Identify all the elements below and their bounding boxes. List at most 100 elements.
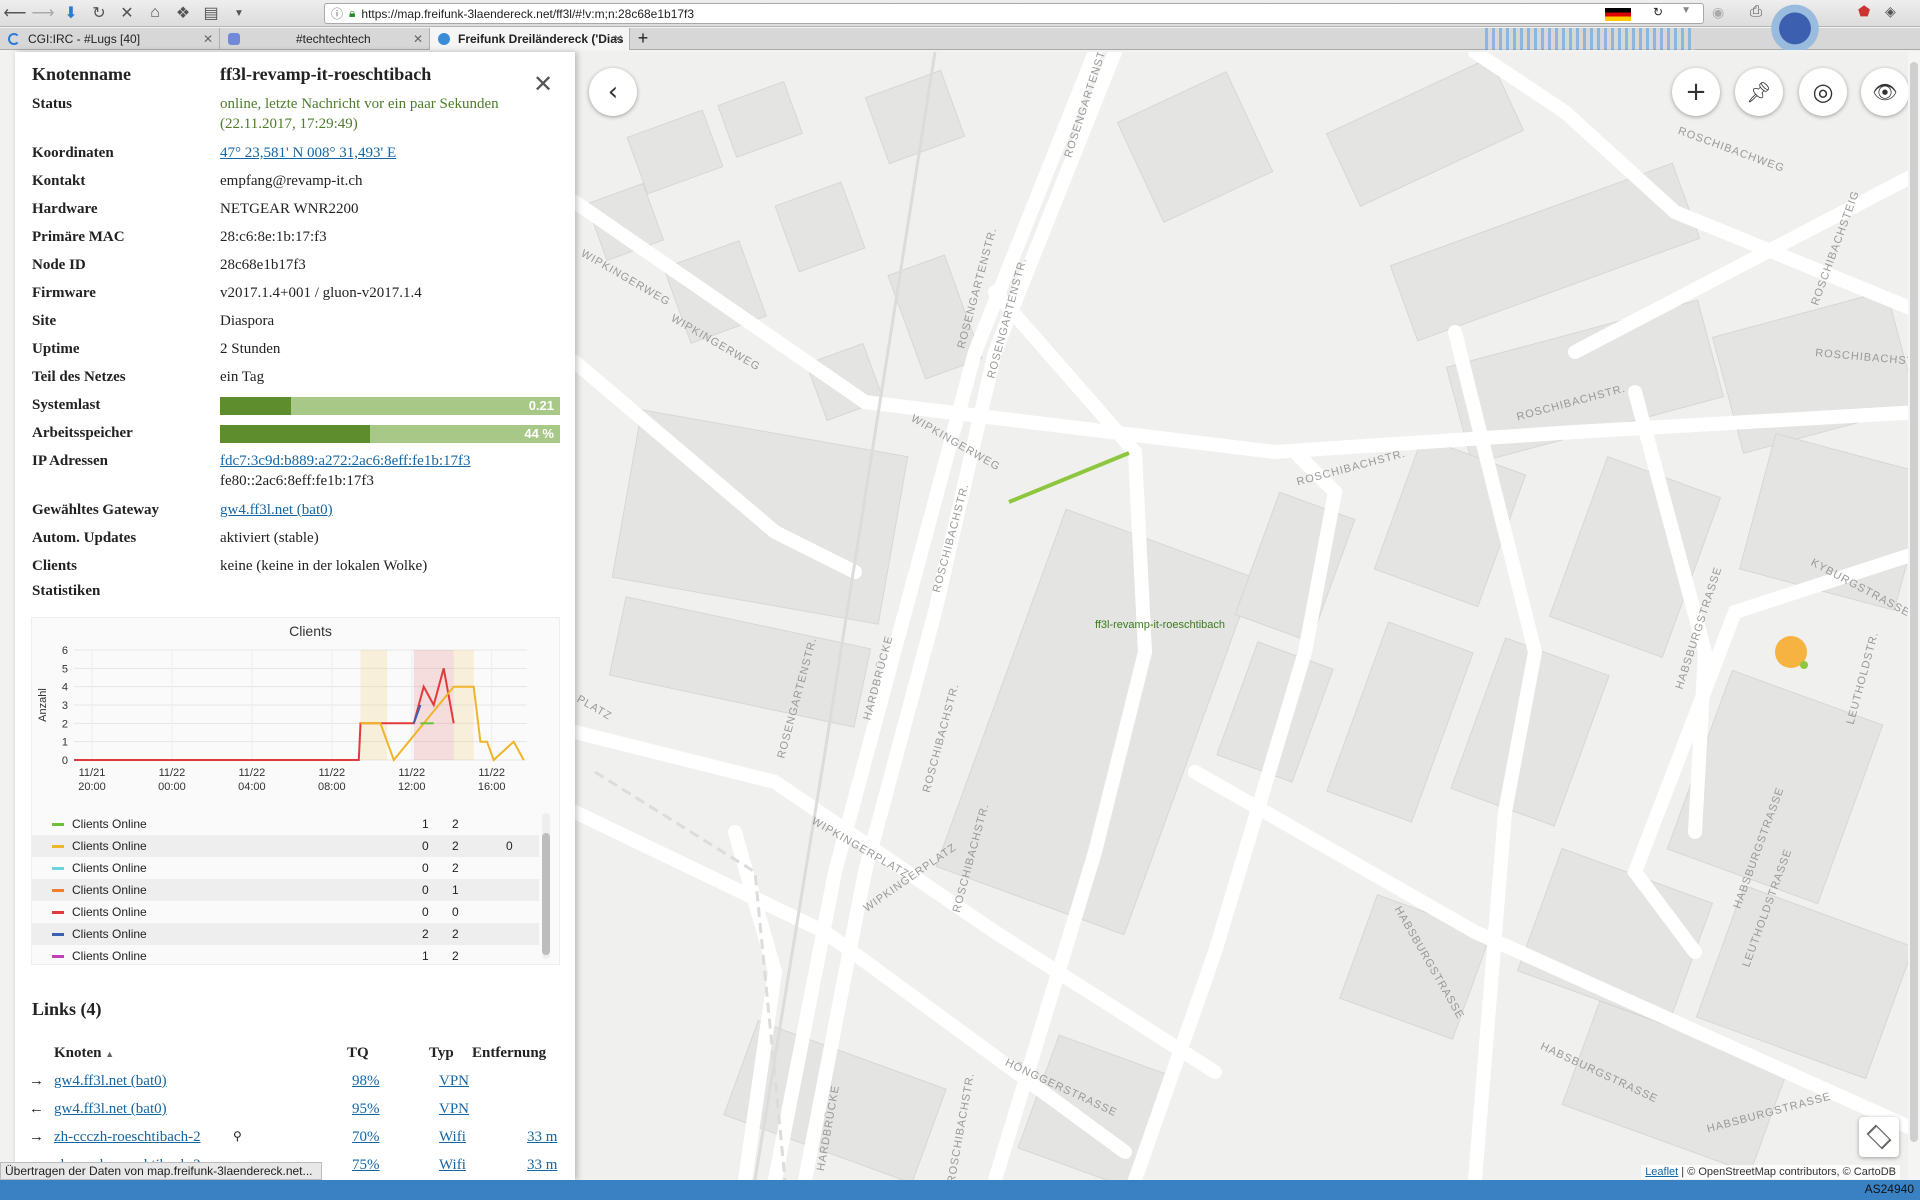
legend-value: 2 bbox=[452, 817, 459, 831]
uptime-value: 2 Stunden bbox=[220, 341, 281, 357]
site-value: Diaspora bbox=[220, 313, 275, 329]
status-label: Status bbox=[32, 96, 73, 112]
menu-chevron-icon[interactable]: ▼ bbox=[226, 0, 252, 26]
col-node[interactable]: Knoten ▲ bbox=[54, 1045, 114, 1062]
locate-button[interactable]: ◎ bbox=[1799, 68, 1847, 116]
tab-close-icon[interactable]: ✕ bbox=[203, 32, 213, 46]
load-label: Systemlast bbox=[32, 397, 101, 413]
home-icon[interactable]: ⌂ bbox=[142, 0, 168, 26]
legend-value: 0 bbox=[422, 883, 429, 897]
attribution-text: | © OpenStreetMap contributors, © CartoD… bbox=[1681, 1166, 1896, 1178]
reload-icon[interactable]: ↻ bbox=[1653, 5, 1663, 19]
legend-row[interactable]: Clients Online 0 0 bbox=[32, 901, 539, 923]
clients-chart: Clients Anzahl 0 1 2 3 4 5 6 11/21 20:00 11/22 00:00… bbox=[31, 617, 560, 965]
chart-xtick-time: 00:00 bbox=[158, 781, 186, 793]
add-button[interactable]: + bbox=[1672, 68, 1720, 116]
layers-button[interactable] bbox=[1859, 1117, 1899, 1157]
visibility-button[interactable]: 👁︎ bbox=[1861, 68, 1909, 116]
reload-icon[interactable]: ↻ bbox=[86, 0, 112, 26]
clipboard-icon[interactable]: ▤ bbox=[198, 0, 224, 26]
url-bar[interactable]: ⓘ 🔒︎ https://map.freifunk-3laendereck.ne… bbox=[324, 3, 1704, 24]
stop-icon[interactable]: ✕ bbox=[114, 0, 140, 26]
tab-techtechtech[interactable]: #techtechtech ✕ bbox=[220, 28, 430, 50]
link-line bbox=[1008, 451, 1130, 504]
chart-xtick-time: 08:00 bbox=[318, 781, 346, 793]
shield-icon[interactable]: ⬟ bbox=[1858, 3, 1870, 20]
legend-swatch bbox=[52, 822, 64, 826]
legend-scrollbar-thumb[interactable] bbox=[542, 833, 550, 955]
legend-row[interactable]: Clients Online 2 2 bbox=[32, 923, 539, 945]
link-distance[interactable]: 33 m bbox=[527, 1129, 557, 1146]
leaflet-link[interactable]: Leaflet bbox=[1645, 1166, 1678, 1178]
clients-label: Clients bbox=[32, 558, 77, 574]
site-label: Site bbox=[32, 313, 57, 329]
link-type[interactable]: VPN bbox=[439, 1073, 469, 1090]
close-button[interactable]: ✕ bbox=[533, 72, 553, 96]
link-node[interactable]: zh-ccczh-roeschtibach-2 bbox=[54, 1129, 201, 1146]
legend-scrollbar[interactable] bbox=[542, 813, 550, 959]
link-type[interactable]: VPN bbox=[439, 1101, 469, 1118]
hardware-value: NETGEAR WNR2200 bbox=[220, 201, 359, 217]
chart-xtick-time: 20:00 bbox=[78, 781, 106, 793]
bookmark-icon[interactable]: ❖ bbox=[170, 0, 196, 26]
map-pin-icon[interactable]: ⚲ bbox=[233, 1129, 242, 1144]
legend-value: 2 bbox=[452, 927, 459, 941]
legend-row[interactable]: Clients Online 1 2 bbox=[32, 945, 539, 967]
node-marker[interactable] bbox=[1800, 661, 1808, 669]
legend-swatch bbox=[52, 932, 64, 936]
link-type[interactable]: Wifi bbox=[439, 1157, 466, 1174]
tab-close-icon[interactable]: ✕ bbox=[613, 32, 623, 46]
legend-row[interactable]: Clients Online 0 2 0 bbox=[32, 835, 539, 857]
extension-icon[interactable]: ◈ bbox=[1885, 3, 1896, 20]
ip-link[interactable]: fdc7:3c9d:b889:a272:2ac6:8eff:fe1b:17f3 bbox=[220, 451, 470, 471]
legend-row[interactable]: Clients Online 0 1 bbox=[32, 879, 539, 901]
tab-freifunk[interactable]: Freifunk Dreiländereck ('Dias ✕ bbox=[430, 28, 630, 50]
scrollbar-thumb[interactable] bbox=[1910, 62, 1918, 1142]
link-tq[interactable]: 75% bbox=[352, 1157, 380, 1174]
pin-button[interactable]: 📌︎ bbox=[1735, 68, 1783, 116]
link-tq[interactable]: 95% bbox=[352, 1101, 380, 1118]
back-icon[interactable]: ⟵ bbox=[2, 0, 28, 26]
node-label-main[interactable]: ff3l-revamp-it-roeschtibach bbox=[1095, 619, 1225, 631]
link-node[interactable]: gw4.ff3l.net (bat0) bbox=[54, 1101, 167, 1118]
link-type[interactable]: Wifi bbox=[439, 1129, 466, 1146]
tab-label: #techtechtech bbox=[296, 32, 371, 46]
chart-xtick-date: 11/22 bbox=[239, 767, 266, 779]
new-tab-button[interactable]: + bbox=[630, 28, 656, 49]
forward-icon[interactable]: ⟶ bbox=[30, 0, 56, 26]
legend-label: Clients Online bbox=[72, 905, 147, 919]
freifunk-icon bbox=[438, 33, 450, 45]
coords-link[interactable]: 47° 23,581' N 008° 31,493' E bbox=[220, 143, 396, 163]
chart-ytick: 3 bbox=[62, 700, 68, 712]
mascot-image bbox=[1750, 2, 1840, 50]
legend-swatch bbox=[52, 888, 64, 892]
chart-legend: Clients Online 1 2 Clients Online 0 2 0 Clients… bbox=[32, 811, 559, 963]
firmware-value: v2017.1.4+001 / gluon-v2017.1.4 bbox=[220, 285, 422, 301]
col-type[interactable]: Typ bbox=[429, 1045, 454, 1062]
memory-bar-value: 44 % bbox=[524, 426, 554, 441]
chart-ytick: 4 bbox=[62, 682, 68, 694]
col-tq[interactable]: TQ bbox=[347, 1045, 369, 1062]
link-tq[interactable]: 98% bbox=[352, 1073, 380, 1090]
download-icon[interactable]: ⬇ bbox=[58, 0, 84, 26]
rss-icon[interactable]: ◉ bbox=[1712, 4, 1724, 21]
link-distance[interactable]: 33 m bbox=[527, 1157, 557, 1174]
hardware-label: Hardware bbox=[32, 201, 98, 217]
coords-label: Koordinaten bbox=[32, 145, 114, 161]
legend-value: 1 bbox=[452, 883, 459, 897]
legend-row[interactable]: Clients Online 1 2 bbox=[32, 813, 539, 835]
tab-close-icon[interactable]: ✕ bbox=[413, 32, 423, 46]
map-tiles bbox=[575, 52, 1920, 1180]
col-distance[interactable]: Entfernung bbox=[472, 1045, 546, 1062]
tab-cgiirc[interactable]: CGI:IRC - #Lugs [40] ✕ bbox=[0, 28, 220, 50]
back-button[interactable]: ‹ bbox=[589, 68, 637, 116]
nodeid-value: 28c68e1b17f3 bbox=[220, 257, 306, 273]
legend-swatch bbox=[52, 910, 64, 914]
dropdown-icon[interactable]: ▼ bbox=[1681, 5, 1691, 16]
map-view[interactable]: ROSENGARTENSTR. ROSCHIBACHWEG WIPKINGERW… bbox=[575, 52, 1920, 1180]
legend-row[interactable]: Clients Online 0 2 bbox=[32, 857, 539, 879]
link-tq[interactable]: 70% bbox=[352, 1129, 380, 1146]
link-node[interactable]: gw4.ff3l.net (bat0) bbox=[54, 1073, 167, 1090]
gateway-link[interactable]: gw4.ff3l.net (bat0) bbox=[220, 500, 333, 520]
legend-value: 0 bbox=[422, 839, 429, 853]
